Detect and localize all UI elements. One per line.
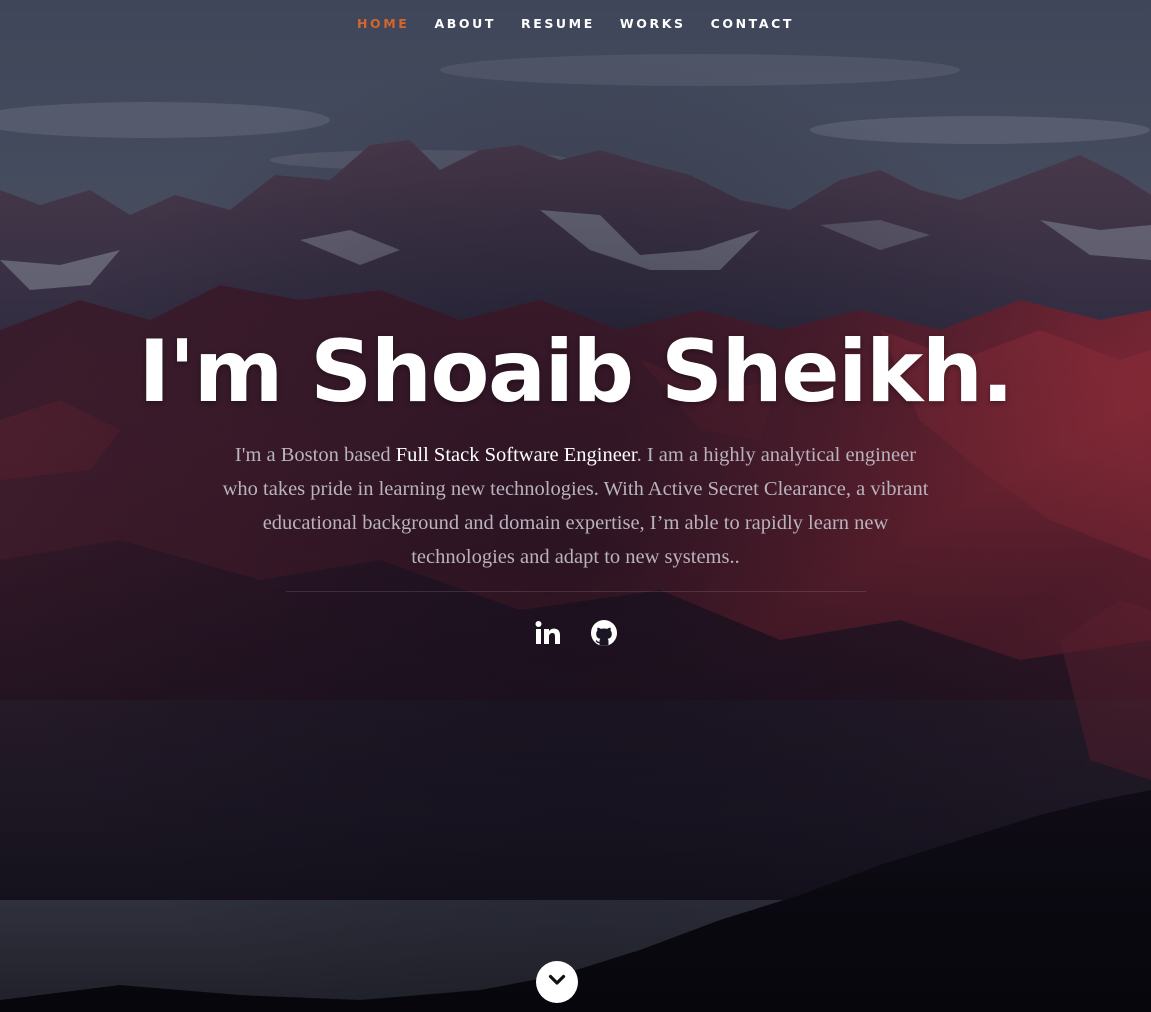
nav-item-home[interactable]: HOME [344,14,421,33]
hero-intro: I'm a Boston based Full Stack Software E… [216,438,936,574]
nav-item-about[interactable]: ABOUT [422,14,509,33]
nav-item-resume[interactable]: RESUME [508,14,607,33]
scroll-down-button[interactable] [536,961,578,1003]
hero-section: I'm Shoaib Sheikh. I'm a Boston based Fu… [0,322,1151,648]
chevron-down-icon [548,971,566,994]
github-icon[interactable] [589,618,619,648]
intro-text-before: I'm a Boston based [234,444,396,466]
nav-item-works[interactable]: WORKS [607,14,698,33]
hero-title: I'm Shoaib Sheikh. [138,322,1014,422]
nav-item-contact[interactable]: CONTACT [698,14,806,33]
social-links [0,618,1151,648]
hero-divider [285,591,866,592]
main-nav: HOME ABOUT RESUME WORKS CONTACT [0,14,1151,33]
intro-highlight: Full Stack Software Engineer [395,444,637,466]
linkedin-icon[interactable] [533,618,563,648]
